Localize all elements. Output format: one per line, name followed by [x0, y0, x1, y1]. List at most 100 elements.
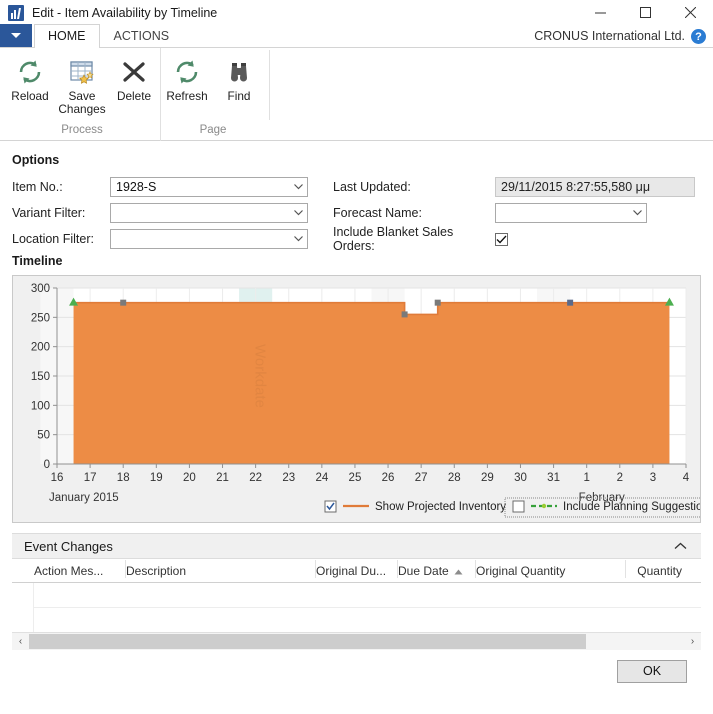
svg-text:25: 25	[349, 472, 362, 484]
refresh-button[interactable]: Refresh	[161, 52, 213, 123]
chevron-down-icon	[289, 210, 307, 216]
svg-text:24: 24	[315, 472, 328, 484]
save-changes-button[interactable]: Save Changes	[56, 52, 108, 123]
svg-text:28: 28	[448, 472, 461, 484]
dialog-footer: OK	[12, 649, 701, 693]
file-menu-button[interactable]	[0, 24, 32, 47]
svg-text:31: 31	[547, 472, 560, 484]
tab-home[interactable]: HOME	[34, 24, 100, 48]
column-header-due-date[interactable]: Due Date	[398, 559, 476, 578]
field-location-filter: Location Filter:	[12, 226, 308, 252]
minimize-button[interactable]	[578, 0, 623, 25]
item-no-label: Item No.:	[12, 180, 63, 194]
scrollbar-thumb[interactable]	[29, 633, 586, 649]
svg-text:19: 19	[150, 472, 163, 484]
field-forecast-name: Forecast Name:	[333, 200, 695, 226]
svg-text:23: 23	[282, 472, 295, 484]
svg-text:30: 30	[514, 472, 527, 484]
tab-actions[interactable]: ACTIONS	[100, 24, 184, 47]
ribbon-group-page-label: Page	[199, 124, 227, 136]
scroll-left-arrow-icon[interactable]: ‹	[12, 632, 29, 650]
column-header-action-message[interactable]: Action Mes...	[34, 559, 126, 578]
delete-button[interactable]: Delete	[108, 52, 160, 123]
company-name: CRONUS International Ltd.	[534, 29, 685, 43]
include-blanket-sales-orders-label: Include Blanket Sales Orders:	[333, 225, 454, 253]
svg-text:Workdate: Workdate	[252, 344, 269, 408]
event-changes-header[interactable]: Event Changes	[12, 533, 701, 559]
field-item-no: Item No.: 1928-S	[12, 174, 308, 200]
field-last-updated: Last Updated: 29/11/2015 8:27:55,580 μμ	[333, 174, 695, 200]
svg-text:300: 300	[31, 283, 50, 295]
svg-text:Show Projected Inventory: Show Projected Inventory	[375, 501, 506, 513]
timeline-chart[interactable]: Workdate 0 50 100 150 200 250 300 16 17 18 19 20 21 22…	[12, 275, 701, 523]
ok-button[interactable]: OK	[617, 659, 687, 683]
chevron-down-icon	[289, 184, 307, 190]
chevron-down-icon	[11, 33, 21, 38]
svg-text:250: 250	[31, 312, 50, 324]
refresh-label: Refresh	[166, 89, 208, 103]
last-updated-value: 29/11/2015 8:27:55,580 μμ	[501, 180, 651, 194]
chevron-down-icon	[628, 210, 646, 216]
horizontal-scrollbar[interactable]: ‹ ›	[12, 632, 701, 650]
sort-asc-icon	[454, 564, 463, 578]
column-header-description[interactable]: Description	[126, 559, 316, 578]
reload-label: Reload	[11, 89, 49, 103]
svg-text:18: 18	[117, 472, 130, 484]
options-form: Item No.: 1928-S Variant Filter: Locatio…	[12, 174, 701, 253]
event-changes-column-headers: Action Mes... Description Original Du...…	[12, 559, 701, 583]
svg-text:3: 3	[650, 472, 656, 484]
svg-text:17: 17	[84, 472, 97, 484]
save-changes-label: Save Changes	[58, 89, 106, 116]
include-blanket-sales-orders-checkbox[interactable]	[495, 232, 508, 246]
options-right-column: Last Updated: 29/11/2015 8:27:55,580 μμ …	[333, 174, 695, 253]
last-updated-label: Last Updated:	[333, 180, 411, 194]
reload-button[interactable]: Reload	[4, 52, 56, 123]
location-filter-combo[interactable]	[110, 229, 308, 249]
delete-label: Delete	[116, 89, 152, 103]
maximize-button[interactable]	[623, 0, 668, 25]
title-bar: Edit - Item Availability by Timeline	[0, 0, 713, 25]
event-changes-title: Event Changes	[24, 538, 113, 554]
row-divider	[34, 607, 701, 608]
save-grid-icon	[67, 55, 97, 89]
close-button[interactable]	[668, 0, 713, 25]
column-header-quantity[interactable]: Quantity	[626, 564, 686, 578]
svg-text:January 2015: January 2015	[49, 492, 119, 504]
event-changes-rows[interactable]	[12, 583, 701, 632]
refresh-icon	[15, 55, 45, 89]
svg-text:200: 200	[31, 342, 50, 354]
column-header-original-due-date[interactable]: Original Du...	[316, 559, 398, 578]
chevron-up-icon[interactable]	[674, 539, 687, 553]
scrollbar-track[interactable]	[29, 632, 684, 650]
delete-x-icon	[119, 55, 149, 89]
row-selector-rail	[12, 583, 34, 632]
variant-filter-combo[interactable]	[110, 203, 308, 223]
binoculars-icon	[224, 55, 254, 89]
chevron-down-icon	[289, 236, 307, 242]
options-left-column: Item No.: 1928-S Variant Filter: Locatio…	[12, 174, 308, 252]
find-label: Find	[227, 89, 251, 103]
item-no-combo[interactable]: 1928-S	[110, 177, 308, 197]
window-title: Edit - Item Availability by Timeline	[32, 5, 218, 20]
scroll-right-arrow-icon[interactable]: ›	[684, 632, 701, 650]
forecast-name-combo[interactable]	[495, 203, 647, 223]
forecast-name-label: Forecast Name:	[333, 206, 422, 220]
svg-text:16: 16	[51, 472, 64, 484]
options-section-title: Options	[12, 153, 60, 167]
find-button[interactable]: Find	[213, 52, 265, 123]
timeline-chart-svg: Workdate05010015020025030016 17 18 19 20 21 22…	[31, 283, 700, 518]
variant-filter-label: Variant Filter:	[12, 206, 86, 220]
svg-text:20: 20	[183, 472, 196, 484]
svg-text:Include Planning Suggestions: Include Planning Suggestions	[563, 501, 700, 513]
column-header-original-quantity[interactable]: Original Quantity	[476, 559, 626, 578]
svg-text:26: 26	[382, 472, 395, 484]
svg-text:50: 50	[37, 430, 50, 442]
svg-text:1: 1	[583, 472, 589, 484]
timeline-section-title: Timeline	[12, 254, 63, 268]
refresh-icon	[172, 55, 202, 89]
ribbon-group-page: Refresh Find Page	[160, 48, 265, 141]
field-variant-filter: Variant Filter:	[12, 200, 308, 226]
location-filter-label: Location Filter:	[12, 232, 94, 246]
field-include-blanket-sales-orders: Include Blanket Sales Orders:	[333, 225, 695, 253]
help-icon[interactable]: ?	[691, 29, 706, 44]
